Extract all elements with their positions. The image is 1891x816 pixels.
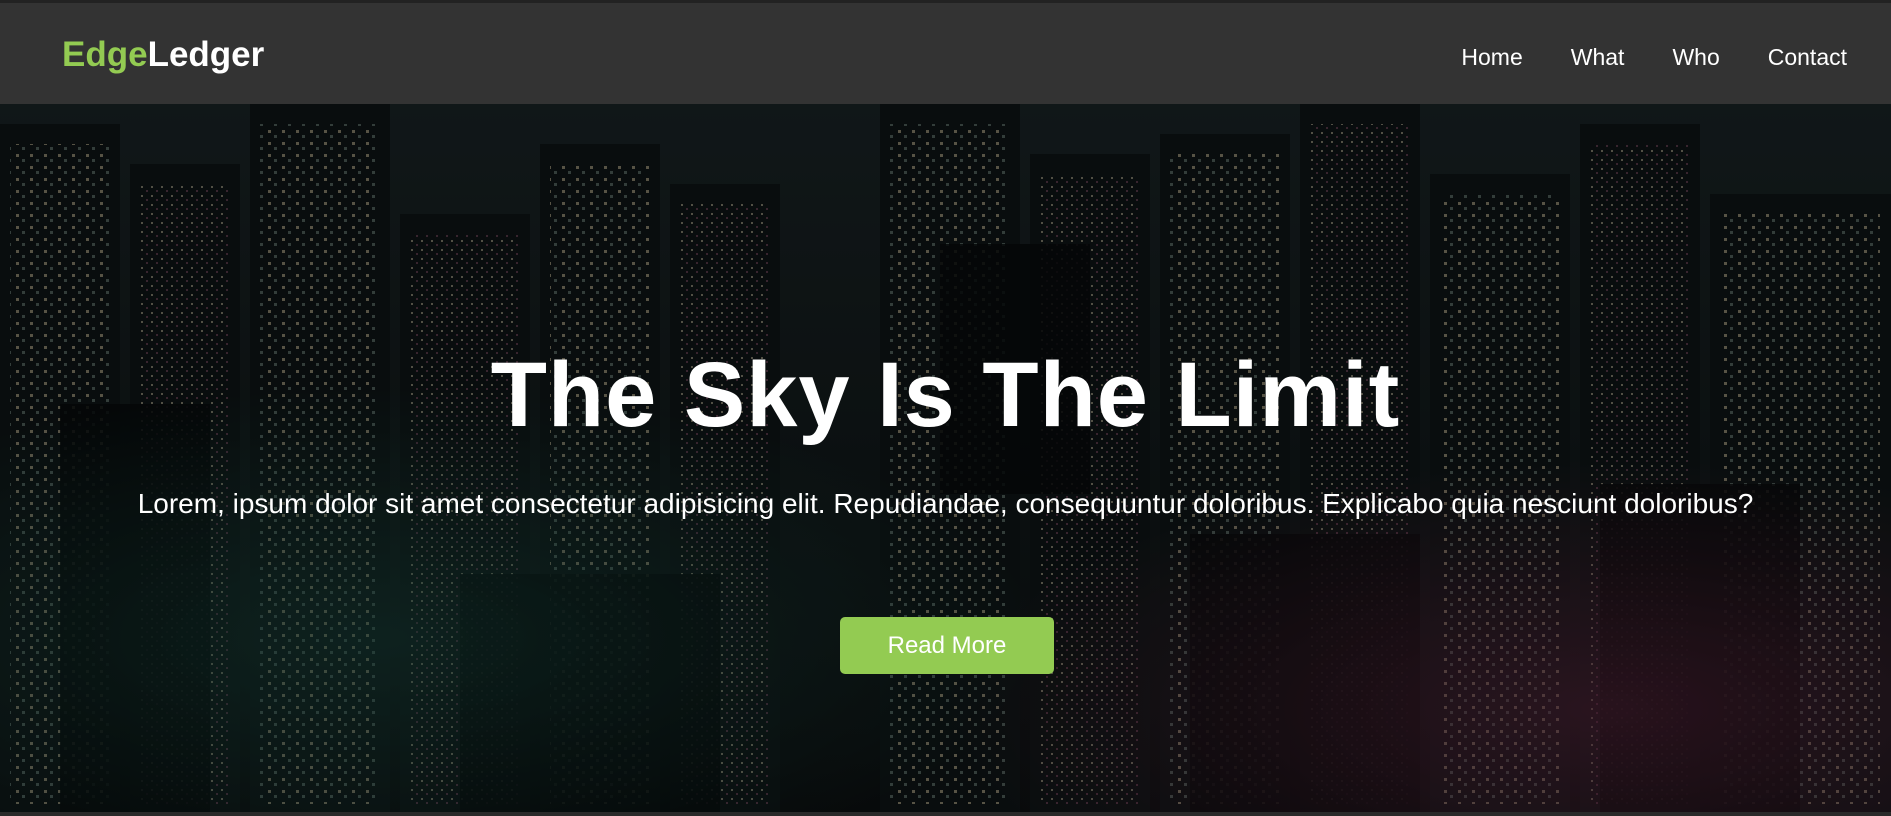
navbar: EdgeLedger Home What Who Contact	[0, 0, 1891, 104]
brand-logo[interactable]: EdgeLedger	[62, 35, 264, 75]
nav-link-what[interactable]: What	[1571, 43, 1625, 71]
nav-link-who[interactable]: Who	[1672, 43, 1719, 71]
bottom-divider	[0, 812, 1891, 816]
hero-title: The Sky Is The Limit	[490, 344, 1401, 446]
read-more-button[interactable]: Read More	[840, 617, 1054, 674]
nav-link-contact[interactable]: Contact	[1768, 43, 1847, 71]
brand-accent: Edge	[62, 35, 148, 74]
page: EdgeLedger Home What Who Contact The Sky…	[0, 0, 1891, 816]
nav-link-home[interactable]: Home	[1461, 43, 1522, 71]
brand-rest: Ledger	[147, 35, 265, 74]
main-nav: Home What Who Contact	[1413, 43, 1847, 71]
hero-description: Lorem, ipsum dolor sit amet consectetur …	[137, 488, 1754, 519]
hero-content: The Sky Is The Limit Lorem, ipsum dolor …	[0, 104, 1891, 816]
hero-section: The Sky Is The Limit Lorem, ipsum dolor …	[0, 104, 1891, 816]
